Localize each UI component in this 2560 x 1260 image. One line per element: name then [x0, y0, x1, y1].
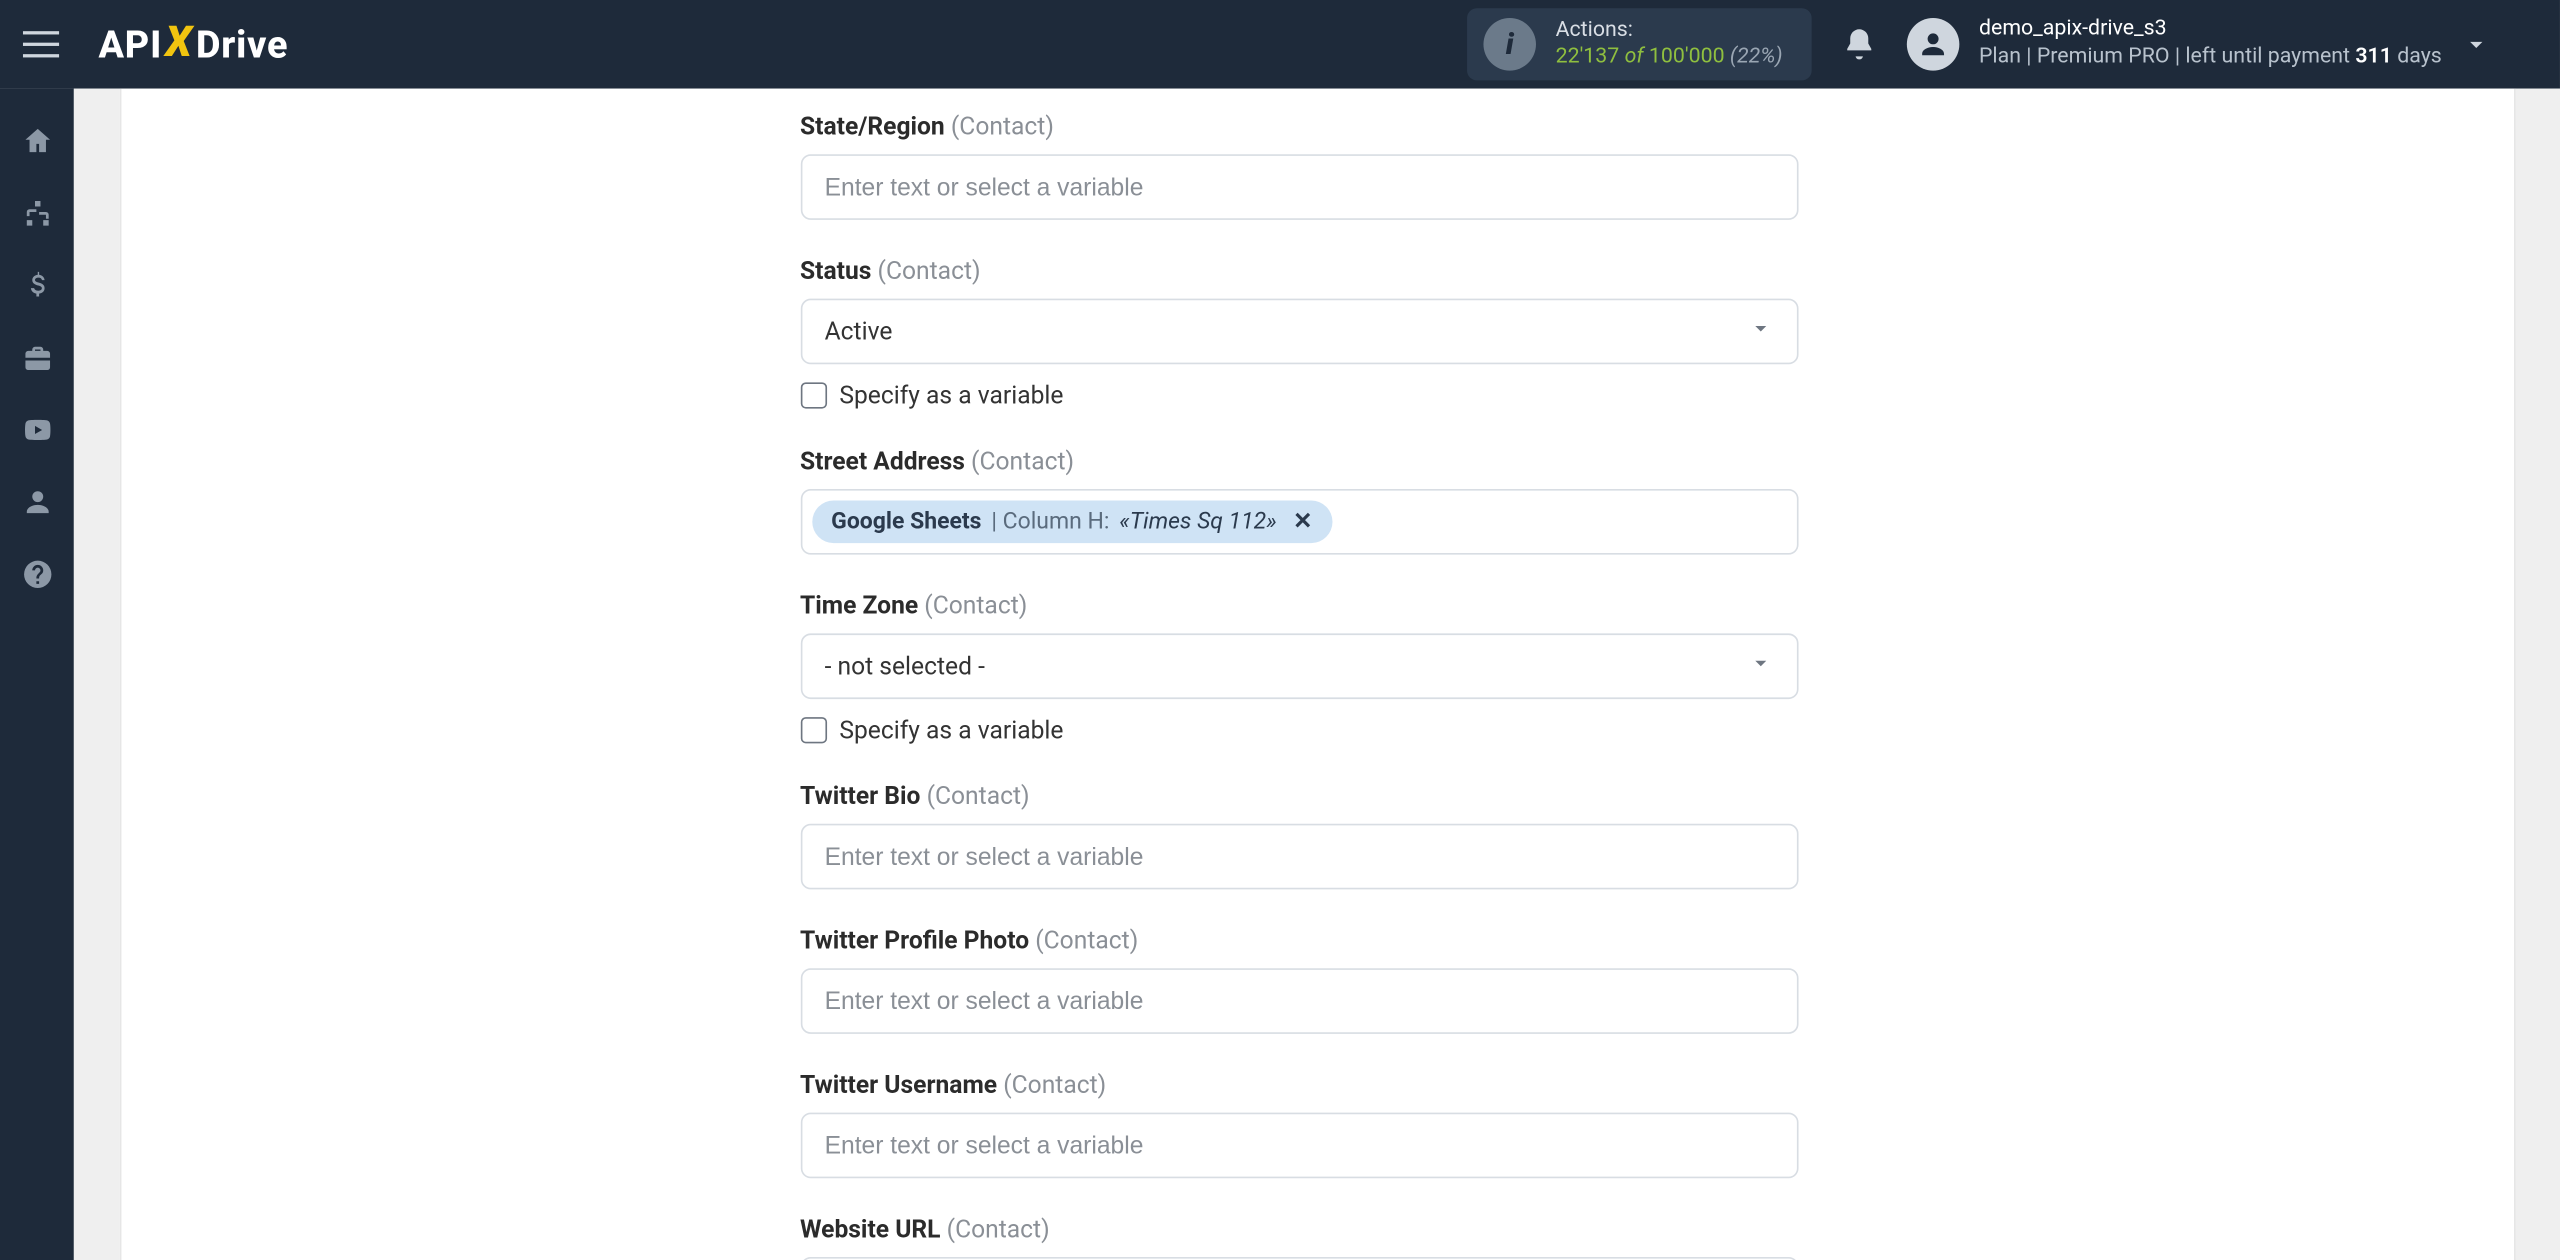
twitter-photo-input[interactable] [800, 968, 1798, 1034]
actions-usage[interactable]: i Actions: 22'137 of 100'000 (22%) [1467, 8, 1812, 81]
rail-account[interactable] [0, 469, 74, 535]
user-menu[interactable]: demo_apix-drive_s3 Plan | Premium PRO | … [1907, 17, 2537, 72]
time-zone-value: - not selected - [825, 651, 985, 681]
field-twitter-bio: Twitter Bio (Contact) [800, 781, 1798, 889]
state-region-input[interactable] [800, 154, 1798, 220]
checkbox-label: Specify as a variable [839, 381, 1063, 411]
rail-help[interactable] [0, 542, 74, 608]
field-hint: (Contact) [947, 1214, 1050, 1244]
chip-remove-icon[interactable]: ✕ [1293, 509, 1312, 535]
main-area: State/Region (Contact) Status (Contact) … [74, 89, 2560, 1260]
field-hint: (Contact) [1035, 926, 1138, 956]
checkbox-label: Specify as a variable [839, 715, 1063, 745]
rail-billing[interactable] [0, 253, 74, 319]
chip-detail: | Column H: [991, 509, 1109, 535]
chip-source: Google Sheets [831, 509, 981, 535]
side-rail [0, 89, 74, 1260]
logo-x: X [165, 18, 192, 67]
mapping-form: State/Region (Contact) Status (Contact) … [800, 89, 1798, 1260]
checkbox[interactable] [800, 717, 826, 743]
twitter-username-input[interactable] [800, 1113, 1798, 1179]
menu-toggle[interactable] [23, 21, 69, 67]
info-icon: i [1483, 18, 1536, 71]
brand-logo[interactable]: API X Drive [98, 20, 288, 69]
field-label: Twitter Username [800, 1070, 997, 1100]
twitter-bio-input[interactable] [800, 824, 1798, 890]
field-label: Status [800, 256, 871, 286]
notifications-icon[interactable] [1841, 26, 1877, 62]
field-label: Time Zone [800, 591, 918, 621]
content-panel: State/Region (Contact) Status (Contact) … [119, 89, 2515, 1260]
logo-drive: Drive [196, 22, 288, 66]
actions-limit: 100'000 [1649, 44, 1725, 69]
field-twitter-username: Twitter Username (Contact) [800, 1070, 1798, 1178]
field-label: State/Region [800, 112, 945, 142]
logo-api: API [98, 22, 162, 66]
field-hint: (Contact) [971, 446, 1074, 476]
rail-marketplace[interactable] [0, 325, 74, 391]
actions-label: Actions: [1556, 18, 1783, 45]
field-hint: (Contact) [924, 591, 1027, 621]
rail-home[interactable] [0, 108, 74, 174]
field-street-address: Street Address (Contact) Google Sheets |… [800, 446, 1798, 554]
avatar [1907, 18, 1960, 71]
field-state-region: State/Region (Contact) [800, 112, 1798, 220]
field-label: Website URL [800, 1214, 941, 1244]
help-icon [21, 558, 54, 591]
field-label: Twitter Bio [800, 781, 920, 811]
field-website-url: Website URL (Contact) [800, 1214, 1798, 1260]
field-status: Status (Contact) Active Specify as a var… [800, 256, 1798, 410]
checkbox[interactable] [800, 382, 826, 408]
variable-chip[interactable]: Google Sheets | Column H: «Times Sq 112»… [811, 501, 1332, 544]
youtube-icon [21, 414, 54, 447]
timezone-variable-toggle[interactable]: Specify as a variable [800, 715, 1798, 745]
status-variable-toggle[interactable]: Specify as a variable [800, 381, 1798, 411]
sitemap-icon [21, 197, 54, 230]
rail-connections[interactable] [0, 181, 74, 247]
app-header: API X Drive i Actions: 22'137 of 100'000… [0, 0, 2560, 89]
status-select[interactable]: Active [800, 299, 1798, 365]
field-label: Twitter Profile Photo [800, 926, 1029, 956]
actions-used: 22'137 [1556, 44, 1620, 69]
chevron-down-icon [1747, 650, 1773, 683]
field-hint: (Contact) [1003, 1070, 1106, 1100]
user-plan: Plan | Premium PRO | left until payment … [1979, 44, 2442, 72]
user-icon [21, 486, 54, 519]
chevron-down-icon [2462, 30, 2492, 60]
field-time-zone: Time Zone (Contact) - not selected - Spe… [800, 591, 1798, 745]
field-label: Street Address [800, 446, 965, 476]
field-hint: (Contact) [927, 781, 1030, 811]
briefcase-icon [21, 341, 54, 374]
actions-percent: (22%) [1730, 44, 1783, 69]
user-name: demo_apix-drive_s3 [1979, 17, 2442, 45]
home-icon [21, 125, 54, 158]
actions-of: of [1625, 44, 1644, 69]
status-value: Active [825, 317, 893, 347]
field-hint: (Contact) [951, 112, 1054, 142]
time-zone-select[interactable]: - not selected - [800, 633, 1798, 699]
rail-video[interactable] [0, 397, 74, 463]
field-twitter-photo: Twitter Profile Photo (Contact) [800, 926, 1798, 1034]
chevron-down-icon [1747, 315, 1773, 348]
dollar-icon [21, 269, 54, 302]
chip-value: «Times Sq 112» [1119, 509, 1276, 535]
field-hint: (Contact) [878, 256, 981, 286]
street-address-input[interactable]: Google Sheets | Column H: «Times Sq 112»… [800, 489, 1798, 555]
